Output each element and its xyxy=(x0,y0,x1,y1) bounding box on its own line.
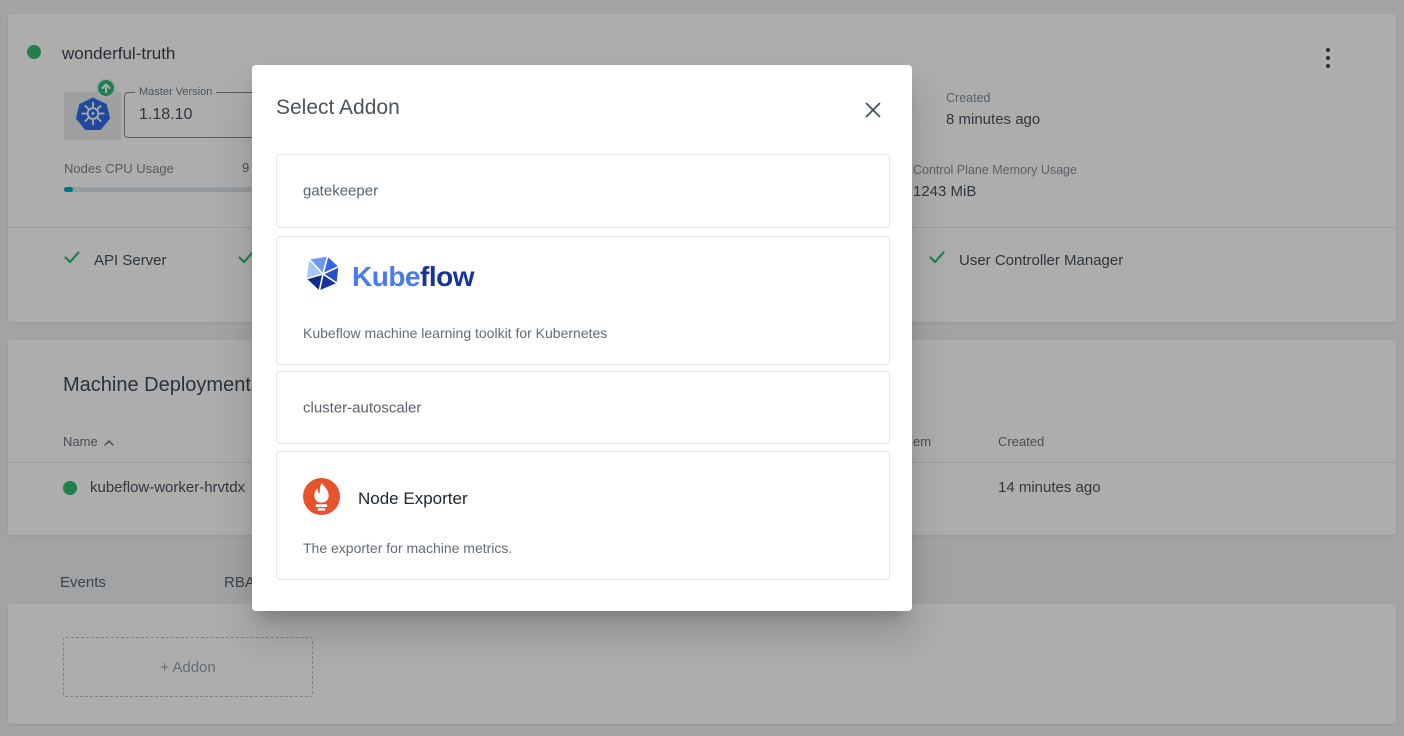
addon-name: gatekeeper xyxy=(303,183,378,200)
kubeflow-icon xyxy=(303,254,343,299)
addon-option-kubeflow[interactable]: Kubeflow Kubeflow machine learning toolk… xyxy=(276,236,890,365)
addon-description: Kubeflow machine learning toolkit for Ku… xyxy=(303,325,607,341)
prometheus-icon xyxy=(303,478,340,520)
close-icon xyxy=(864,107,882,122)
addon-option-cluster-autoscaler[interactable]: cluster-autoscaler xyxy=(276,371,890,444)
dialog-title: Select Addon xyxy=(276,96,400,120)
addon-option-gatekeeper[interactable]: gatekeeper xyxy=(276,154,890,228)
addon-option-node-exporter[interactable]: Node Exporter The exporter for machine m… xyxy=(276,451,890,580)
addon-description: The exporter for machine metrics. xyxy=(303,540,512,556)
kubeflow-logo: Kubeflow xyxy=(303,254,474,299)
addon-name: Node Exporter xyxy=(358,489,468,509)
select-addon-dialog: Select Addon gatekeeper xyxy=(252,65,912,611)
close-button[interactable] xyxy=(862,99,884,121)
addon-name: cluster-autoscaler xyxy=(303,399,421,416)
kubeflow-wordmark: Kubeflow xyxy=(352,261,474,293)
